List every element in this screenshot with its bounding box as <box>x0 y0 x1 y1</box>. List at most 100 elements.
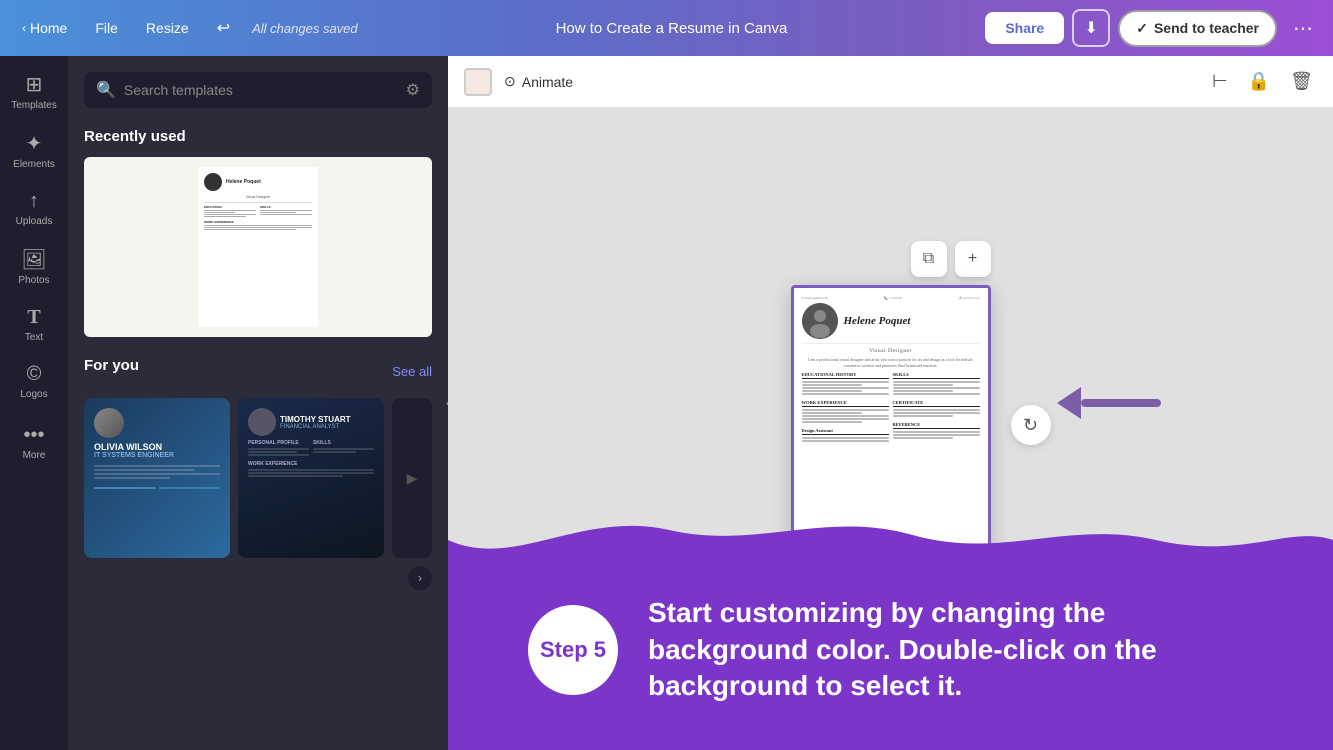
resume-left-col: EDUCATIONAL HISTORY WORK EXPERIENCE <box>802 372 889 443</box>
resume-card[interactable]: ✉ helene@email.com 📞 +1 234 567 🔗 portfo… <box>791 285 991 565</box>
edu-header: EDUCATIONAL HISTORY <box>802 372 889 379</box>
mini-section-skills: SKILLS <box>260 205 312 209</box>
more-options-button[interactable]: ⋯ <box>1285 12 1321 45</box>
file-button[interactable]: File <box>85 14 128 42</box>
resume-columns: EDUCATIONAL HISTORY WORK EXPERIENCE <box>802 372 980 443</box>
resize-label: Resize <box>146 20 189 36</box>
animate-button[interactable]: ⊙ Animate <box>504 73 573 90</box>
checkmark-icon: ✓ <box>1136 20 1148 37</box>
mini-section-work: WORK EXPERIENCE <box>204 220 312 224</box>
sidebar-item-logos[interactable]: © Logos <box>4 355 64 408</box>
card-name: OLIVIA WILSON <box>94 442 220 452</box>
add-section-button[interactable]: + <box>955 241 991 277</box>
elements-label: Elements <box>13 159 55 170</box>
delete-button[interactable]: 🗑 <box>1286 67 1317 96</box>
panel-collapse-toggle[interactable]: ‹ <box>436 379 448 427</box>
for-you-grid: OLIVIA WILSON IT SYSTEMS ENGINEER <box>84 398 432 558</box>
send-to-teacher-button[interactable]: ✓ Send to teacher <box>1118 10 1277 47</box>
animate-label: Animate <box>522 74 573 90</box>
recently-used-section: Recently used Helene Poquet Visual Desig… <box>84 128 432 337</box>
more-label: More <box>23 450 46 461</box>
resume-wrapper: ⧉ + ↻ <box>791 241 991 617</box>
toolbar-right: ⊢ 🔒 🗑 <box>1208 67 1317 96</box>
resize-button[interactable]: Resize <box>136 14 199 42</box>
search-input[interactable] <box>124 82 398 98</box>
arrange-icon: ⊢ <box>1212 71 1228 91</box>
canvas-toolbar: ⊙ Animate ⊢ 🔒 🗑 <box>448 56 1333 108</box>
duplicate-icon: ⧉ <box>923 250 934 268</box>
sidebar-item-more[interactable]: ••• More <box>4 416 64 469</box>
duplicate-button[interactable]: ⧉ <box>911 241 947 277</box>
home-button[interactable]: ‹ Home <box>12 14 77 42</box>
tutorial-arrow <box>1059 387 1161 419</box>
mini-section-edu: EDUCATION <box>204 205 256 209</box>
work-header: WORK EXPERIENCE <box>802 400 889 407</box>
back-chevron-icon: ‹ <box>22 21 26 35</box>
mini-text-line <box>260 214 312 215</box>
sidebar-item-text[interactable]: T Text <box>4 298 64 351</box>
for-you-header: For you See all <box>84 357 432 386</box>
lock-button[interactable]: 🔒 <box>1244 67 1274 96</box>
arrow-head <box>1057 387 1081 419</box>
reference-header: REFERENCE <box>893 422 980 429</box>
uploads-icon: ↑ <box>29 190 39 213</box>
mini-text-line <box>260 210 312 211</box>
canvas-content[interactable]: ⧉ + ↻ <box>448 108 1333 750</box>
resume-name: Helene Poquet <box>844 315 911 327</box>
divider-line <box>204 202 312 203</box>
text-label: Text <box>25 332 43 343</box>
zoom-level: 24% <box>1283 719 1309 734</box>
download-button[interactable]: ⬇ <box>1072 9 1110 47</box>
color-swatch[interactable] <box>464 68 492 96</box>
canvas-area: ⊙ Animate ⊢ 🔒 🗑 ⧉ <box>448 56 1333 750</box>
sidebar-item-elements[interactable]: ✦ Elements <box>4 123 64 178</box>
template-card-dark[interactable]: TIMOTHY STUART FINANCIAL ANALYST PERSONA… <box>238 398 384 558</box>
templates-icon: ⊞ <box>26 72 43 97</box>
mini-text-line <box>204 214 256 215</box>
saved-status: All changes saved <box>252 21 358 36</box>
zoom-indicator: 24% <box>1275 715 1317 738</box>
document-title: How to Create a Resume in Canva <box>366 20 978 37</box>
resume-avatar <box>802 303 838 339</box>
mini-resume-preview: Helene Poquet Visual Designer EDUCATION <box>198 167 318 327</box>
uploads-label: Uploads <box>16 216 53 227</box>
resume-top-actions: ⧉ + <box>911 241 991 277</box>
sidebar-item-uploads[interactable]: ↑ Uploads <box>4 182 64 235</box>
trash-icon: 🗑 <box>1290 71 1313 91</box>
top-navigation: ‹ Home File Resize ↩ All changes saved H… <box>0 0 1333 56</box>
resume-job-title: Visual Designer <box>802 348 980 354</box>
mini-text-line <box>204 227 312 228</box>
undo-icon: ↩ <box>217 18 230 38</box>
arrange-button[interactable]: ⊢ <box>1208 67 1232 96</box>
share-button[interactable]: Share <box>985 12 1064 44</box>
resume-right-col: SKILLS CERTIFICATE <box>893 372 980 443</box>
filter-icon[interactable]: ⚙ <box>406 80 420 100</box>
resume-header: Helene Poquet <box>802 303 980 344</box>
home-label: Home <box>30 20 67 36</box>
mini-text-line <box>204 229 296 230</box>
arrow-body <box>1081 399 1161 407</box>
template-card-blue[interactable]: OLIVIA WILSON IT SYSTEMS ENGINEER <box>84 398 230 558</box>
sidebar-icons: ⊞ Templates ✦ Elements ↑ Uploads 🖼 Photo… <box>0 56 68 750</box>
add-page-button[interactable]: + Add page <box>791 581 991 617</box>
resume-container: ↻ ✉ helene@email.com 📞 +1 234 567 🔗 <box>791 285 991 565</box>
templates-label: Templates <box>11 100 57 111</box>
search-icon: 🔍 <box>96 80 116 100</box>
refresh-button[interactable]: ↻ <box>1011 405 1051 445</box>
animate-icon: ⊙ <box>504 73 516 90</box>
mini-text-line <box>260 212 296 213</box>
mini-text-line <box>204 216 246 217</box>
send-teacher-label: Send to teacher <box>1154 20 1259 36</box>
sidebar-item-templates[interactable]: ⊞ Templates <box>4 64 64 119</box>
sidebar-item-photos[interactable]: 🖼 Photos <box>4 239 64 294</box>
mini-text-line <box>204 225 312 226</box>
mini-avatar <box>204 173 222 191</box>
logos-icon: © <box>27 363 42 386</box>
see-all-link[interactable]: See all <box>392 364 432 379</box>
undo-button[interactable]: ↩ <box>207 12 240 44</box>
resume-contact-row: ✉ helene@email.com 📞 +1 234 567 🔗 portfo… <box>802 296 980 300</box>
recently-used-template[interactable]: Helene Poquet Visual Designer EDUCATION <box>84 157 432 337</box>
scroll-right-button[interactable]: › <box>408 566 432 590</box>
download-icon: ⬇ <box>1085 18 1098 38</box>
elements-icon: ✦ <box>26 131 43 156</box>
